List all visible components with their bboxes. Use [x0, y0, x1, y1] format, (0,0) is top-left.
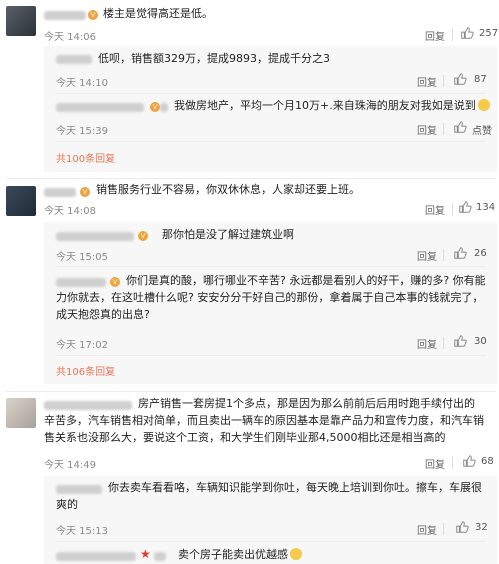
divider — [6, 391, 496, 392]
avatar[interactable] — [6, 398, 36, 428]
username-blurred[interactable] — [160, 103, 168, 112]
divider — [56, 93, 486, 94]
divider — [56, 141, 486, 142]
vip-badge-icon: V — [150, 102, 160, 112]
divider — [56, 541, 486, 542]
like-count: 134 — [476, 202, 496, 213]
comment-text: 楼主是觉得高还是低。 — [103, 7, 213, 20]
thumbs-up-icon[interactable] — [453, 246, 467, 260]
reply-button[interactable]: 回复 — [417, 74, 437, 89]
thumbs-up-icon[interactable] — [453, 72, 467, 86]
thumbs-up-icon[interactable] — [460, 26, 474, 40]
like-count: 26 — [474, 248, 487, 259]
username-blurred[interactable] — [56, 103, 144, 112]
divider — [443, 123, 444, 135]
reply-button[interactable]: 回复 — [417, 522, 437, 537]
username-blurred[interactable] — [44, 11, 86, 20]
like-count: 68 — [481, 456, 494, 467]
reply-text: 你们是真的酸，哪行哪业不辛苦? 永远都是看别人的好干，赚的多? 你有能力你就去，… — [56, 274, 486, 321]
reply-text: 我做房地产，平均一个月10万+.来自珠海的朋友对我如是说到 — [174, 97, 490, 114]
username-blurred[interactable] — [56, 55, 92, 64]
vip-badge-icon: V — [80, 187, 90, 197]
avatar[interactable] — [6, 6, 36, 36]
divider — [443, 337, 444, 349]
emoji-icon — [290, 548, 302, 560]
divider — [6, 178, 496, 179]
reply-button[interactable]: 回复 — [425, 28, 445, 43]
reply-button[interactable]: 回复 — [417, 336, 437, 351]
thumbs-up-icon[interactable] — [455, 520, 469, 534]
reply-time: 今天 14:10 — [56, 78, 108, 89]
username-blurred[interactable] — [56, 232, 134, 241]
vip-badge-icon: V — [88, 10, 98, 20]
like-label: 点赞 — [472, 126, 492, 137]
vip-badge-icon: V — [138, 231, 148, 241]
comment-text: 房产销售一套房提1个多点，那是因为那么前前后后用时跑手续付出的辛苦多，汽车销售相… — [44, 397, 484, 444]
reply-text: 那你怕是没了解过建筑业啊 — [162, 228, 294, 241]
divider — [443, 249, 444, 261]
divider — [452, 29, 453, 41]
comment-text: 销售服务行业不容易，你双休休息，人家却还要上班。 — [96, 183, 360, 196]
like-count: 87 — [474, 74, 487, 85]
divider — [56, 266, 486, 267]
reply-button[interactable]: 回复 — [417, 248, 437, 263]
thumbs-up-icon[interactable] — [453, 120, 467, 134]
username-blurred[interactable] — [56, 552, 136, 561]
divider — [452, 203, 453, 215]
reply-text: 你去卖车看看咯，车辆知识能学到你吐，每天晚上培训到你吐。擦车，车展很爽的 — [56, 481, 482, 511]
thumbs-up-icon[interactable] — [458, 200, 472, 214]
thumbs-up-icon[interactable] — [453, 334, 467, 348]
reply-time: 今天 17:02 — [56, 340, 108, 351]
reply-time: 今天 15:13 — [56, 526, 108, 537]
reply-button[interactable]: 回复 — [425, 202, 445, 217]
like-count: 32 — [475, 522, 488, 533]
reply-time: 今天 15:05 — [56, 252, 108, 263]
comment-time: 今天 14:49 — [44, 460, 96, 471]
thumbs-up-icon[interactable] — [462, 454, 476, 468]
username-blurred[interactable] — [44, 188, 76, 197]
reply-text: 卖个房子能卖出优越感 — [178, 546, 302, 563]
comment-time: 今天 14:08 — [44, 206, 96, 217]
reply-button[interactable]: 回复 — [425, 456, 445, 471]
comment-time: 今天 14:06 — [44, 32, 96, 43]
avatar[interactable] — [6, 186, 36, 216]
reply-button[interactable]: 回复 — [417, 122, 437, 137]
divider — [56, 355, 486, 356]
like-count: 257 — [479, 28, 499, 39]
username-blurred[interactable] — [154, 552, 166, 561]
reply-time: 今天 15:39 — [56, 126, 108, 137]
divider — [452, 457, 453, 469]
star-badge-icon: ★ — [140, 547, 151, 561]
divider — [443, 523, 444, 535]
divider — [443, 75, 444, 87]
more-replies-link[interactable]: 共106条回复 — [56, 363, 115, 378]
more-replies-link[interactable]: 共100条回复 — [56, 150, 115, 165]
emoji-icon — [477, 99, 490, 111]
reply-text: 低呗，销售额329万，提成9893，提成千分之3 — [98, 52, 330, 65]
like-count: 30 — [474, 336, 487, 347]
